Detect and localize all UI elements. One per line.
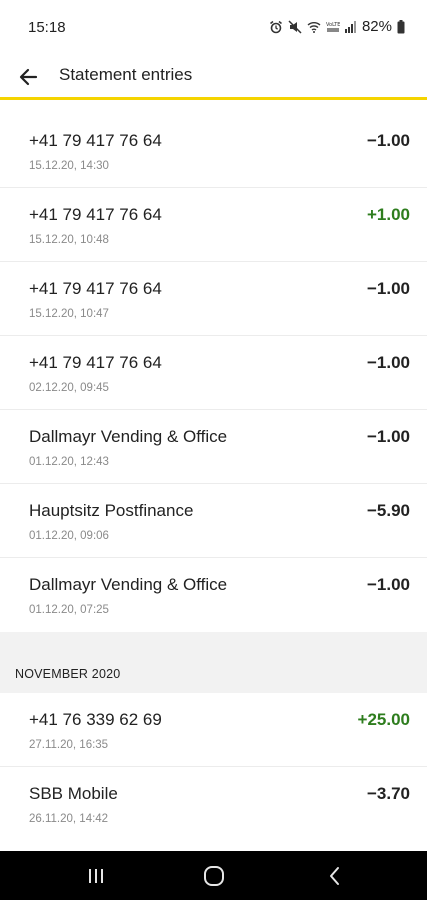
entry-date: 01.12.20, 07:25 [29,604,109,616]
list-item[interactable]: Dallmayr Vending & Office 01.12.20, 07:2… [0,558,427,632]
system-back-button[interactable] [322,863,348,889]
entry-date: 01.12.20, 12:43 [29,456,109,468]
list-item[interactable]: Dallmayr Vending & Office 01.12.20, 12:4… [0,410,427,484]
entry-name: SBB Mobile [29,784,118,803]
page-title: Statement entries [59,65,193,84]
section-header-label: NOVEMBER 2020 [15,667,121,681]
entry-name: Dallmayr Vending & Office [29,427,228,446]
entry-amount: +25.00 [357,710,410,729]
battery-percent: 82% [361,18,392,35]
system-nav-bar [0,851,427,900]
entry-amount: −3.70 [366,784,410,803]
alarm-icon [269,20,283,34]
entry-amount: −5.90 [366,501,410,520]
statement-list: +41 79 417 76 64 15.12.20, 14:30 −1.00 +… [0,114,427,841]
entry-date: 15.12.20, 10:48 [29,234,109,246]
back-button[interactable] [16,64,42,90]
list-item[interactable]: +41 79 417 76 64 02.12.20, 09:45 −1.00 [0,336,427,410]
status-time: 15:18 [28,19,66,36]
entry-name: +41 79 417 76 64 [29,279,162,298]
entry-amount: −1.00 [366,131,410,150]
entry-amount: −1.00 [366,575,410,594]
entry-date: 02.12.20, 09:45 [29,382,109,394]
home-icon [204,866,224,886]
back-icon [330,867,339,885]
section-divider [0,632,427,654]
signal-icon [344,20,357,33]
entry-name: +41 79 417 76 64 [29,353,162,372]
entry-name: Dallmayr Vending & Office [29,575,228,594]
entry-name: +41 79 417 76 64 [29,131,162,150]
entry-name: +41 76 339 62 69 [29,710,162,729]
entry-amount: −1.00 [366,427,410,446]
entry-date: 15.12.20, 14:30 [29,160,109,172]
volte-icon: VoLTE [326,21,340,33]
entry-date: 01.12.20, 09:06 [29,530,109,542]
section-header: NOVEMBER 2020 [0,654,427,693]
list-item[interactable]: +41 79 417 76 64 15.12.20, 14:30 −1.00 [0,114,427,188]
entry-amount: +1.00 [366,205,410,224]
app-bar: Statement entries [0,52,427,100]
arrow-left-icon [19,68,38,86]
entry-amount: −1.00 [366,353,410,372]
list-item[interactable]: +41 79 417 76 64 15.12.20, 10:48 +1.00 [0,188,427,262]
entry-name: Hauptsitz Postfinance [29,501,194,520]
entry-date: 15.12.20, 10:47 [29,308,109,320]
wifi-icon [307,21,321,33]
list-item[interactable]: SBB Mobile 26.11.20, 14:42 −3.70 [0,767,427,841]
list-item[interactable]: Hauptsitz Postfinance 01.12.20, 09:06 −5… [0,484,427,558]
entry-date: 26.11.20, 14:42 [29,813,109,825]
entry-amount: −1.00 [366,279,410,298]
recent-apps-button[interactable] [83,863,109,889]
entry-name: +41 79 417 76 64 [29,205,162,224]
svg-text:VoLTE: VoLTE [326,22,340,28]
home-button[interactable] [201,863,227,889]
battery-icon [397,19,405,34]
status-bar: 15:18 VoLTE 82% [0,0,427,52]
recent-apps-icon [89,869,103,883]
status-icons: VoLTE 82% [269,18,405,35]
list-item[interactable]: +41 79 417 76 64 15.12.20, 10:47 −1.00 [0,262,427,336]
mute-icon [288,19,302,34]
list-item[interactable]: +41 76 339 62 69 27.11.20, 16:35 +25.00 [0,693,427,767]
entry-date: 27.11.20, 16:35 [29,739,109,751]
